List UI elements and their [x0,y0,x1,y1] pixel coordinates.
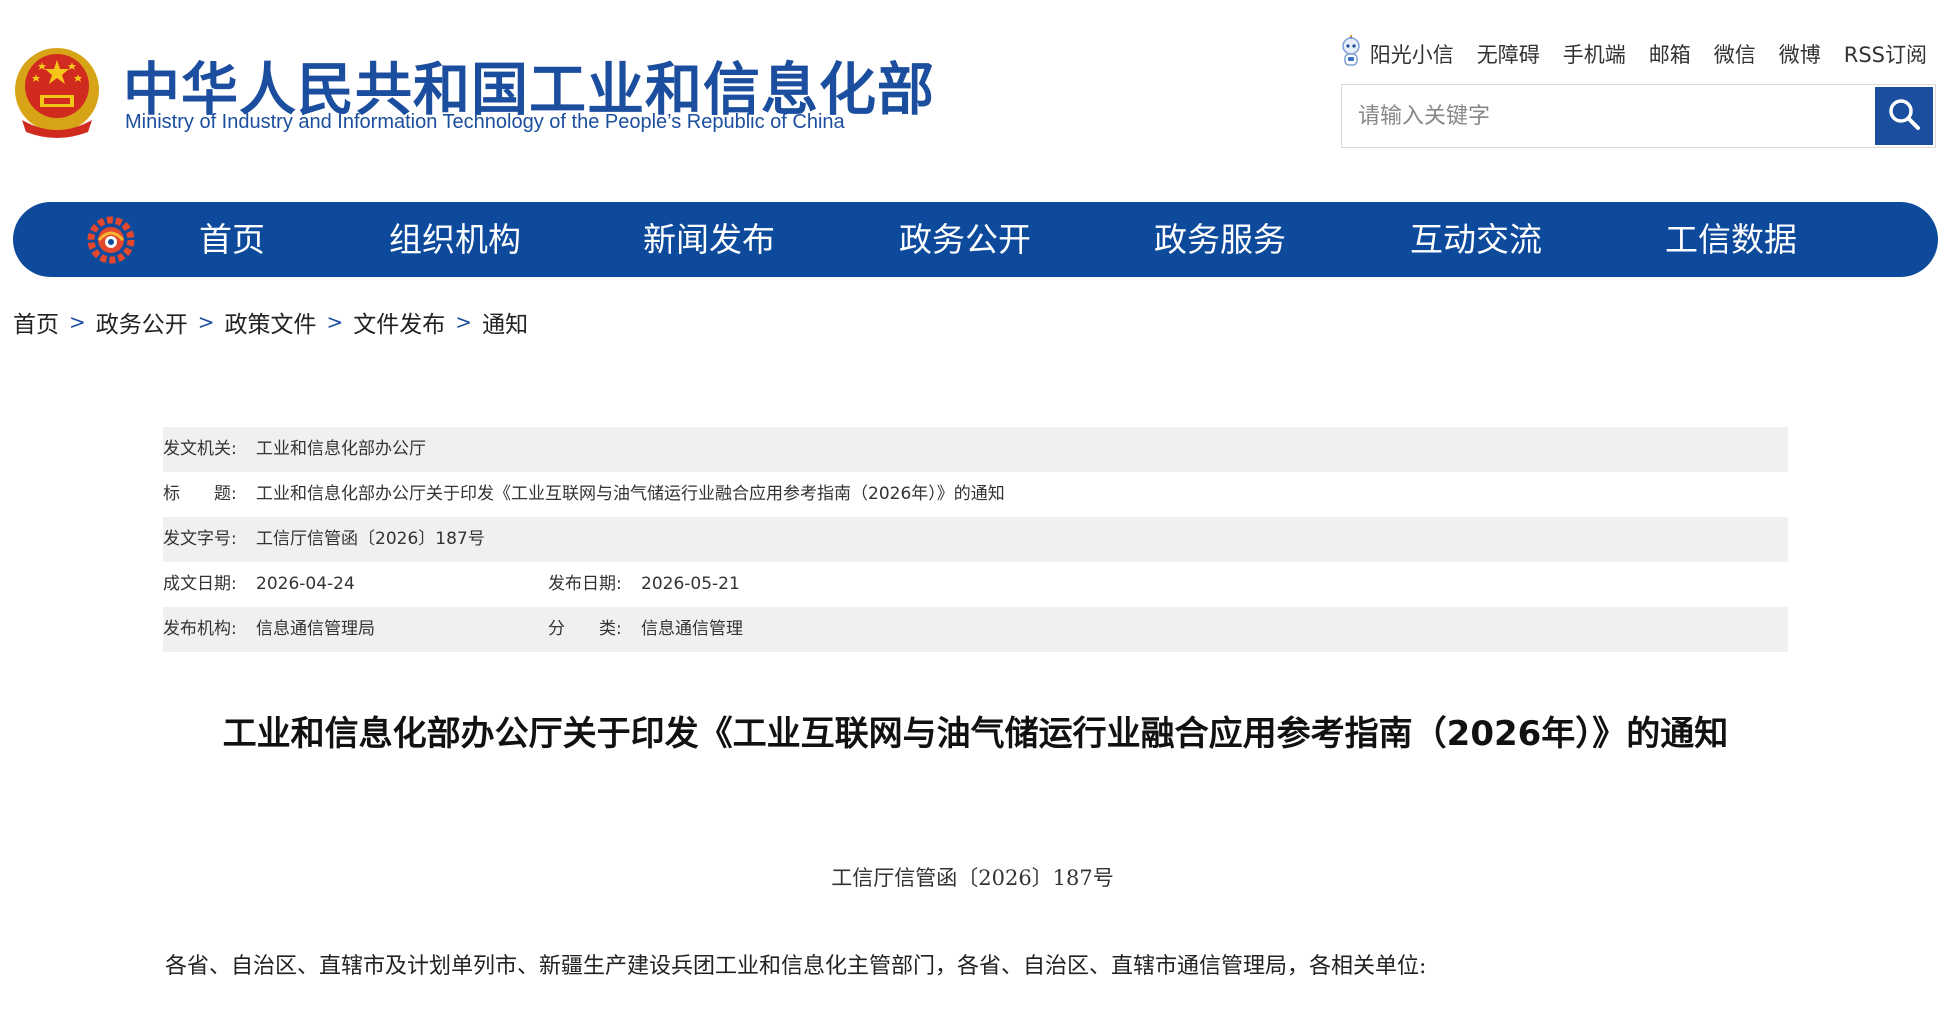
meta-row-dates: 成文日期: 2026-04-24 发布日期: 2026-05-21 [163,562,1788,607]
breadcrumb: 首页 > 政务公开 > 政策文件 > 文件发布 > 通知 [13,305,528,339]
meta-published-value: 2026-05-21 [641,574,740,594]
top-link-wechat[interactable]: 微信 [1714,39,1756,69]
top-link-mail[interactable]: 邮箱 [1649,39,1691,69]
document-meta-table: 发文机关: 工业和信息化部办公厅 标 题: 工业和信息化部办公厅关于印发《工业互… [163,427,1788,652]
meta-title-value: 工业和信息化部办公厅关于印发《工业互联网与油气储运行业融合应用参考指南（2026… [256,484,1005,504]
document-recipients: 各省、自治区、直辖市及计划单列市、新疆生产建设兵团工业和信息化主管部门，各省、自… [165,954,1427,979]
meta-created-label: 成文日期: [163,574,237,594]
meta-docno-value: 工信厅信管函〔2026〕187号 [256,529,485,549]
meta-row-title: 标 题: 工业和信息化部办公厅关于印发《工业互联网与油气储运行业融合应用参考指南… [163,472,1788,517]
nav-gov-services[interactable]: 政务服务 [1154,202,1286,277]
national-emblem-icon [12,40,102,140]
search-button[interactable] [1875,87,1933,145]
meta-org-label: 发布机构: [163,619,237,639]
meta-issuer-label: 发文机关: [163,439,237,459]
meta-row-docno: 发文字号: 工信厅信管函〔2026〕187号 [163,517,1788,562]
nav-organization[interactable]: 组织机构 [389,202,521,277]
meta-org-value: 信息通信管理局 [256,619,375,639]
nav-interaction[interactable]: 互动交流 [1410,202,1542,277]
meta-issuer-value: 工业和信息化部办公厅 [256,439,426,459]
breadcrumb-separator: > [326,310,344,334]
nav-gov-affairs[interactable]: 政务公开 [899,202,1031,277]
breadcrumb-release[interactable]: 文件发布 [353,305,445,339]
breadcrumb-policy[interactable]: 政策文件 [225,305,317,339]
top-link-weibo[interactable]: 微博 [1779,39,1821,69]
search-box [1341,84,1936,148]
meta-row-org: 发布机构: 信息通信管理局 分 类: 信息通信管理 [163,607,1788,652]
search-icon [1886,96,1922,136]
nav-data[interactable]: 工信数据 [1665,202,1797,277]
breadcrumb-notice[interactable]: 通知 [482,305,528,339]
document-title: 工业和信息化部办公厅关于印发《工业互联网与油气储运行业融合应用参考指南（2026… [222,714,1729,754]
document-number: 工信厅信管函〔2026〕187号 [831,866,1114,890]
meta-published-label: 发布日期: [548,574,622,594]
breadcrumb-separator: > [197,310,215,334]
search-input[interactable] [1342,85,1872,147]
main-nav: 首页 组织机构 新闻发布 政务公开 政务服务 互动交流 工信数据 [13,202,1938,277]
meta-category-label: 分 类: [548,619,622,639]
top-link-accessibility[interactable]: 无障碍 [1477,39,1540,69]
breadcrumb-gov-affairs[interactable]: 政务公开 [96,305,188,339]
meta-title-label: 标 题: [163,484,237,504]
breadcrumb-home[interactable]: 首页 [13,305,59,339]
site-title-en[interactable]: Ministry of Industry and Information Tec… [125,111,845,134]
nav-home[interactable]: 首页 [199,202,265,277]
top-links: 阳光小信 无障碍 手机端 邮箱 微信 微博 RSS订阅 [1338,34,1927,72]
meta-docno-label: 发文字号: [163,529,237,549]
nav-news[interactable]: 新闻发布 [643,202,775,277]
breadcrumb-separator: > [69,310,86,334]
top-link-sunshine[interactable]: 阳光小信 [1338,34,1454,72]
top-link-label: 阳光小信 [1369,42,1454,67]
gear-logo-icon [85,214,137,266]
meta-category-value: 信息通信管理 [641,619,743,639]
breadcrumb-separator: > [455,310,473,334]
meta-created-value: 2026-04-24 [256,574,355,594]
top-link-rss[interactable]: RSS订阅 [1844,39,1927,69]
robot-icon [1338,34,1364,72]
meta-row-issuer: 发文机关: 工业和信息化部办公厅 [163,427,1788,472]
top-link-mobile[interactable]: 手机端 [1563,39,1626,69]
